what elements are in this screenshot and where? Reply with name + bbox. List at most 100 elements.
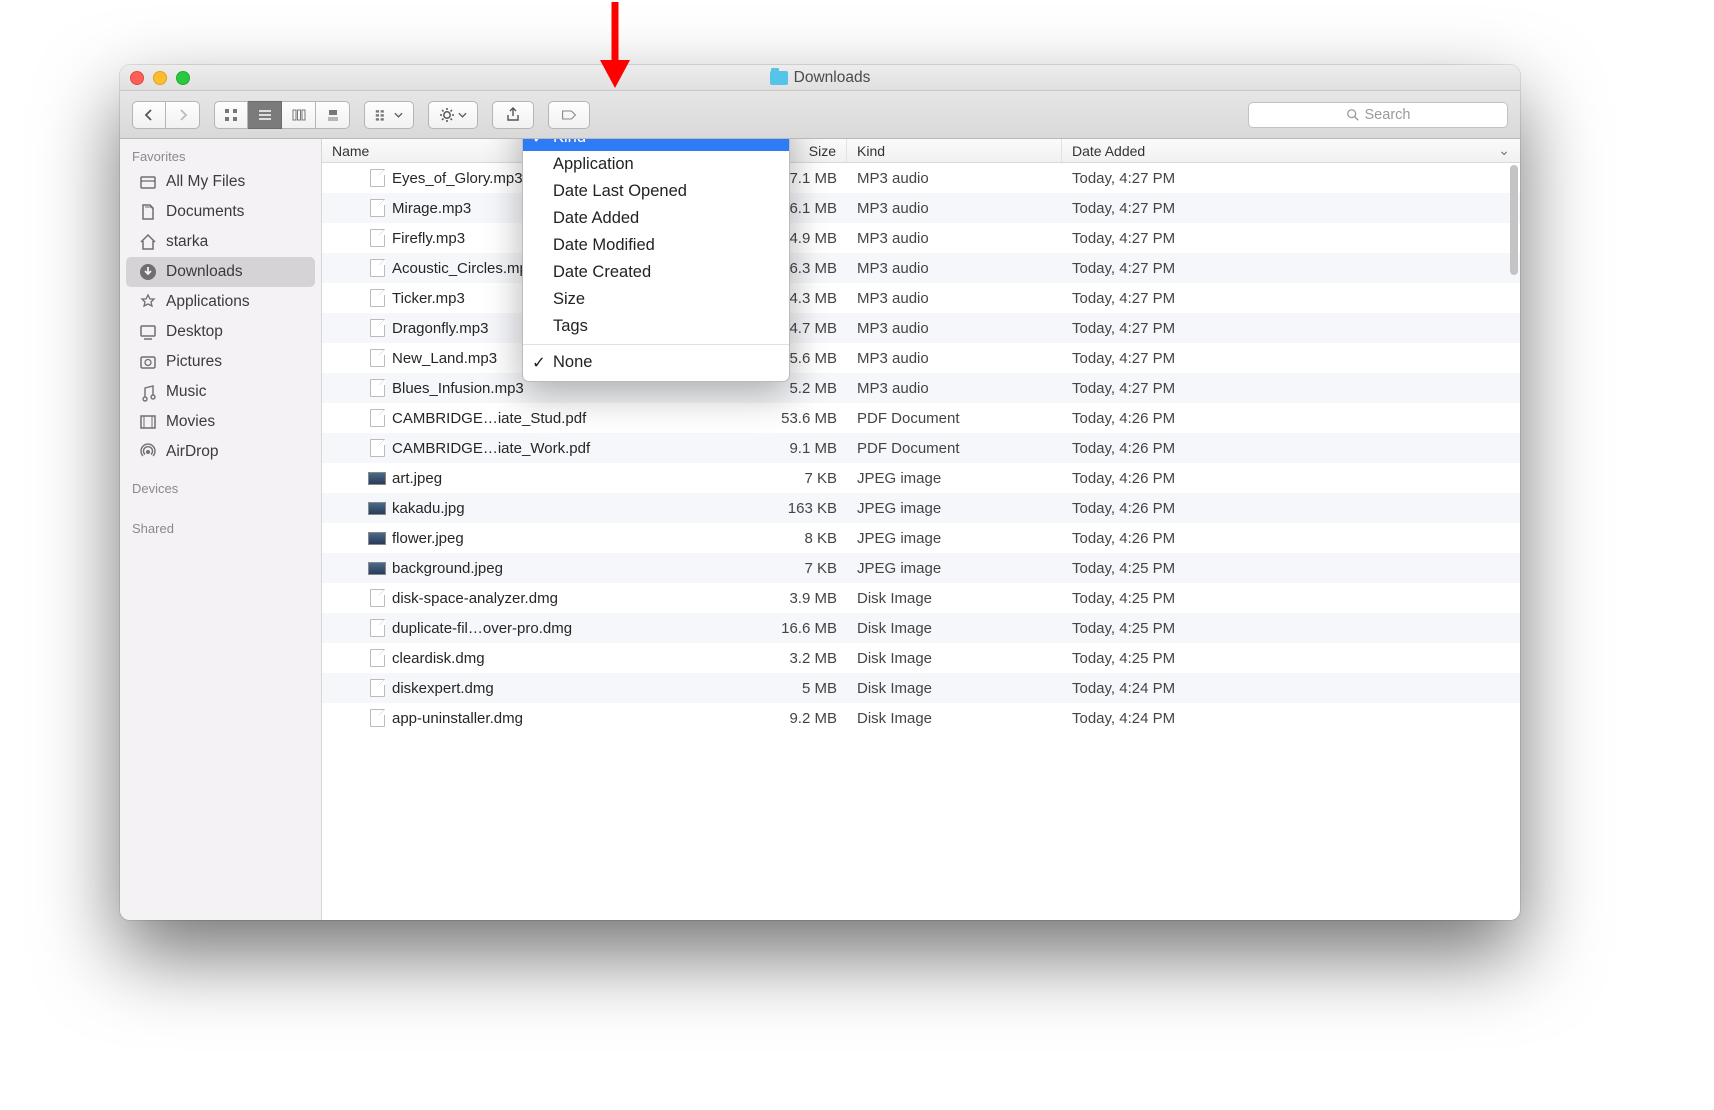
file-row[interactable]: cleardisk.dmg3.2 MBDisk ImageToday, 4:25… [322, 643, 1520, 673]
menu-item-none[interactable]: ✓None [523, 349, 789, 376]
sidebar-item-music[interactable]: Music [120, 377, 321, 407]
back-button[interactable] [132, 101, 166, 129]
file-date: Today, 4:26 PM [1062, 410, 1520, 427]
file-kind: Disk Image [847, 680, 1062, 697]
file-row[interactable]: Blues_Infusion.mp35.2 MBMP3 audioToday, … [322, 373, 1520, 403]
menu-item[interactable]: Date Added [523, 205, 789, 232]
file-icon [368, 679, 386, 697]
file-date: Today, 4:27 PM [1062, 260, 1520, 277]
file-name: New_Land.mp3 [392, 350, 497, 367]
file-row[interactable]: disk-space-analyzer.dmg3.9 MBDisk ImageT… [322, 583, 1520, 613]
column-view-button[interactable] [282, 101, 316, 129]
file-row[interactable]: New_Land.mp35.6 MBMP3 audioToday, 4:27 P… [322, 343, 1520, 373]
menu-item[interactable]: Application [523, 151, 789, 178]
tags-button[interactable] [548, 101, 590, 129]
sidebar-item-label: Pictures [166, 353, 222, 371]
file-icon [368, 439, 386, 457]
file-date: Today, 4:26 PM [1062, 530, 1520, 547]
file-size: 8 KB [752, 530, 847, 547]
sidebar-item-downloads[interactable]: Downloads [126, 257, 315, 287]
file-kind: PDF Document [847, 410, 1062, 427]
file-row[interactable]: art.jpeg7 KBJPEG imageToday, 4:26 PM [322, 463, 1520, 493]
check-icon: ✓ [532, 139, 546, 148]
file-icon [368, 289, 386, 307]
home-icon [138, 232, 158, 252]
column-kind[interactable]: Kind [847, 139, 1062, 162]
desktop-icon [138, 322, 158, 342]
file-size: 3.9 MB [752, 590, 847, 607]
titlebar[interactable]: Downloads [120, 65, 1520, 91]
file-name: art.jpeg [392, 470, 442, 487]
menu-item-label: Tags [553, 317, 588, 336]
sidebar-item-documents[interactable]: Documents [120, 197, 321, 227]
file-row[interactable]: Dragonfly.mp34.7 MBMP3 audioToday, 4:27 … [322, 313, 1520, 343]
menu-item-label: Size [553, 290, 585, 309]
sidebar-header: Favorites [120, 145, 321, 167]
file-size: 16.6 MB [752, 620, 847, 637]
menu-item[interactable]: Tags [523, 313, 789, 340]
menu-item[interactable]: Date Last Opened [523, 178, 789, 205]
file-kind: MP3 audio [847, 260, 1062, 277]
close-button[interactable] [130, 71, 144, 85]
file-row[interactable]: Mirage.mp36.1 MBMP3 audioToday, 4:27 PM [322, 193, 1520, 223]
file-row[interactable]: Acoustic_Circles.mp36.3 MBMP3 audioToday… [322, 253, 1520, 283]
file-kind: JPEG image [847, 470, 1062, 487]
file-row[interactable]: Firefly.mp34.9 MBMP3 audioToday, 4:27 PM [322, 223, 1520, 253]
file-kind: Disk Image [847, 710, 1062, 727]
column-date[interactable]: Date Added⌄ [1062, 139, 1520, 162]
icon-view-button[interactable] [214, 101, 248, 129]
file-row[interactable]: diskexpert.dmg5 MBDisk ImageToday, 4:24 … [322, 673, 1520, 703]
file-name: cleardisk.dmg [392, 650, 485, 667]
menu-item-label: Date Last Opened [553, 182, 687, 201]
file-kind: JPEG image [847, 530, 1062, 547]
file-row[interactable]: background.jpeg7 KBJPEG imageToday, 4:25… [322, 553, 1520, 583]
sidebar-item-home[interactable]: starka [120, 227, 321, 257]
file-date: Today, 4:25 PM [1062, 590, 1520, 607]
menu-item[interactable]: Size [523, 286, 789, 313]
search-icon [1346, 108, 1360, 122]
file-kind: MP3 audio [847, 200, 1062, 217]
file-row[interactable]: Eyes_of_Glory.mp37.1 MBMP3 audioToday, 4… [322, 163, 1520, 193]
sidebar-item-applications[interactable]: Applications [120, 287, 321, 317]
file-row[interactable]: flower.jpeg 8 KBJPEG imageToday, 4:26 PM [322, 523, 1520, 553]
view-buttons [214, 101, 350, 129]
menu-item[interactable]: Date Created [523, 259, 789, 286]
file-kind: MP3 audio [847, 170, 1062, 187]
sidebar-item-movies[interactable]: Movies [120, 407, 321, 437]
search-field[interactable]: Search [1248, 102, 1508, 128]
share-button[interactable] [492, 101, 534, 129]
file-row[interactable]: app-uninstaller.dmg9.2 MBDisk ImageToday… [322, 703, 1520, 733]
sidebar-item-airdrop[interactable]: AirDrop [120, 437, 321, 467]
menu-item[interactable]: ✓Kind [523, 139, 789, 151]
scrollbar-thumb[interactable] [1510, 165, 1518, 275]
menu-separator [523, 344, 789, 345]
file-icon [368, 199, 386, 217]
action-button[interactable] [428, 101, 478, 129]
sidebar-item-pictures[interactable]: Pictures [120, 347, 321, 377]
file-row[interactable]: kakadu.jpg163 KBJPEG imageToday, 4:26 PM [322, 493, 1520, 523]
sidebar-item-all-my-files[interactable]: All My Files [120, 167, 321, 197]
file-name: flower.jpeg [392, 530, 464, 547]
file-date: Today, 4:27 PM [1062, 200, 1520, 217]
file-row[interactable]: duplicate-fil…over-pro.dmg16.6 MBDisk Im… [322, 613, 1520, 643]
file-row[interactable]: Ticker.mp34.3 MBMP3 audioToday, 4:27 PM [322, 283, 1520, 313]
sidebar-item-desktop[interactable]: Desktop [120, 317, 321, 347]
window-title-text: Downloads [794, 69, 871, 87]
file-list[interactable]: Eyes_of_Glory.mp37.1 MBMP3 audioToday, 4… [322, 163, 1520, 920]
list-view-button[interactable] [248, 101, 282, 129]
file-name: CAMBRIDGE…iate_Stud.pdf [392, 410, 586, 427]
search-placeholder: Search [1365, 107, 1411, 123]
applications-icon [138, 292, 158, 312]
menu-item[interactable]: Date Modified [523, 232, 789, 259]
file-row[interactable]: CAMBRIDGE…iate_Stud.pdf53.6 MBPDF Docume… [322, 403, 1520, 433]
forward-button[interactable] [166, 101, 200, 129]
file-icon [368, 229, 386, 247]
arrange-button[interactable] [364, 101, 414, 129]
file-date: Today, 4:24 PM [1062, 680, 1520, 697]
coverflow-view-button[interactable] [316, 101, 350, 129]
nav-buttons [132, 101, 200, 129]
content-area: Name Size Kind Date Added⌄ Eyes_of_Glory… [322, 139, 1520, 920]
minimize-button[interactable] [153, 71, 167, 85]
file-row[interactable]: CAMBRIDGE…iate_Work.pdf9.1 MBPDF Documen… [322, 433, 1520, 463]
zoom-button[interactable] [176, 71, 190, 85]
